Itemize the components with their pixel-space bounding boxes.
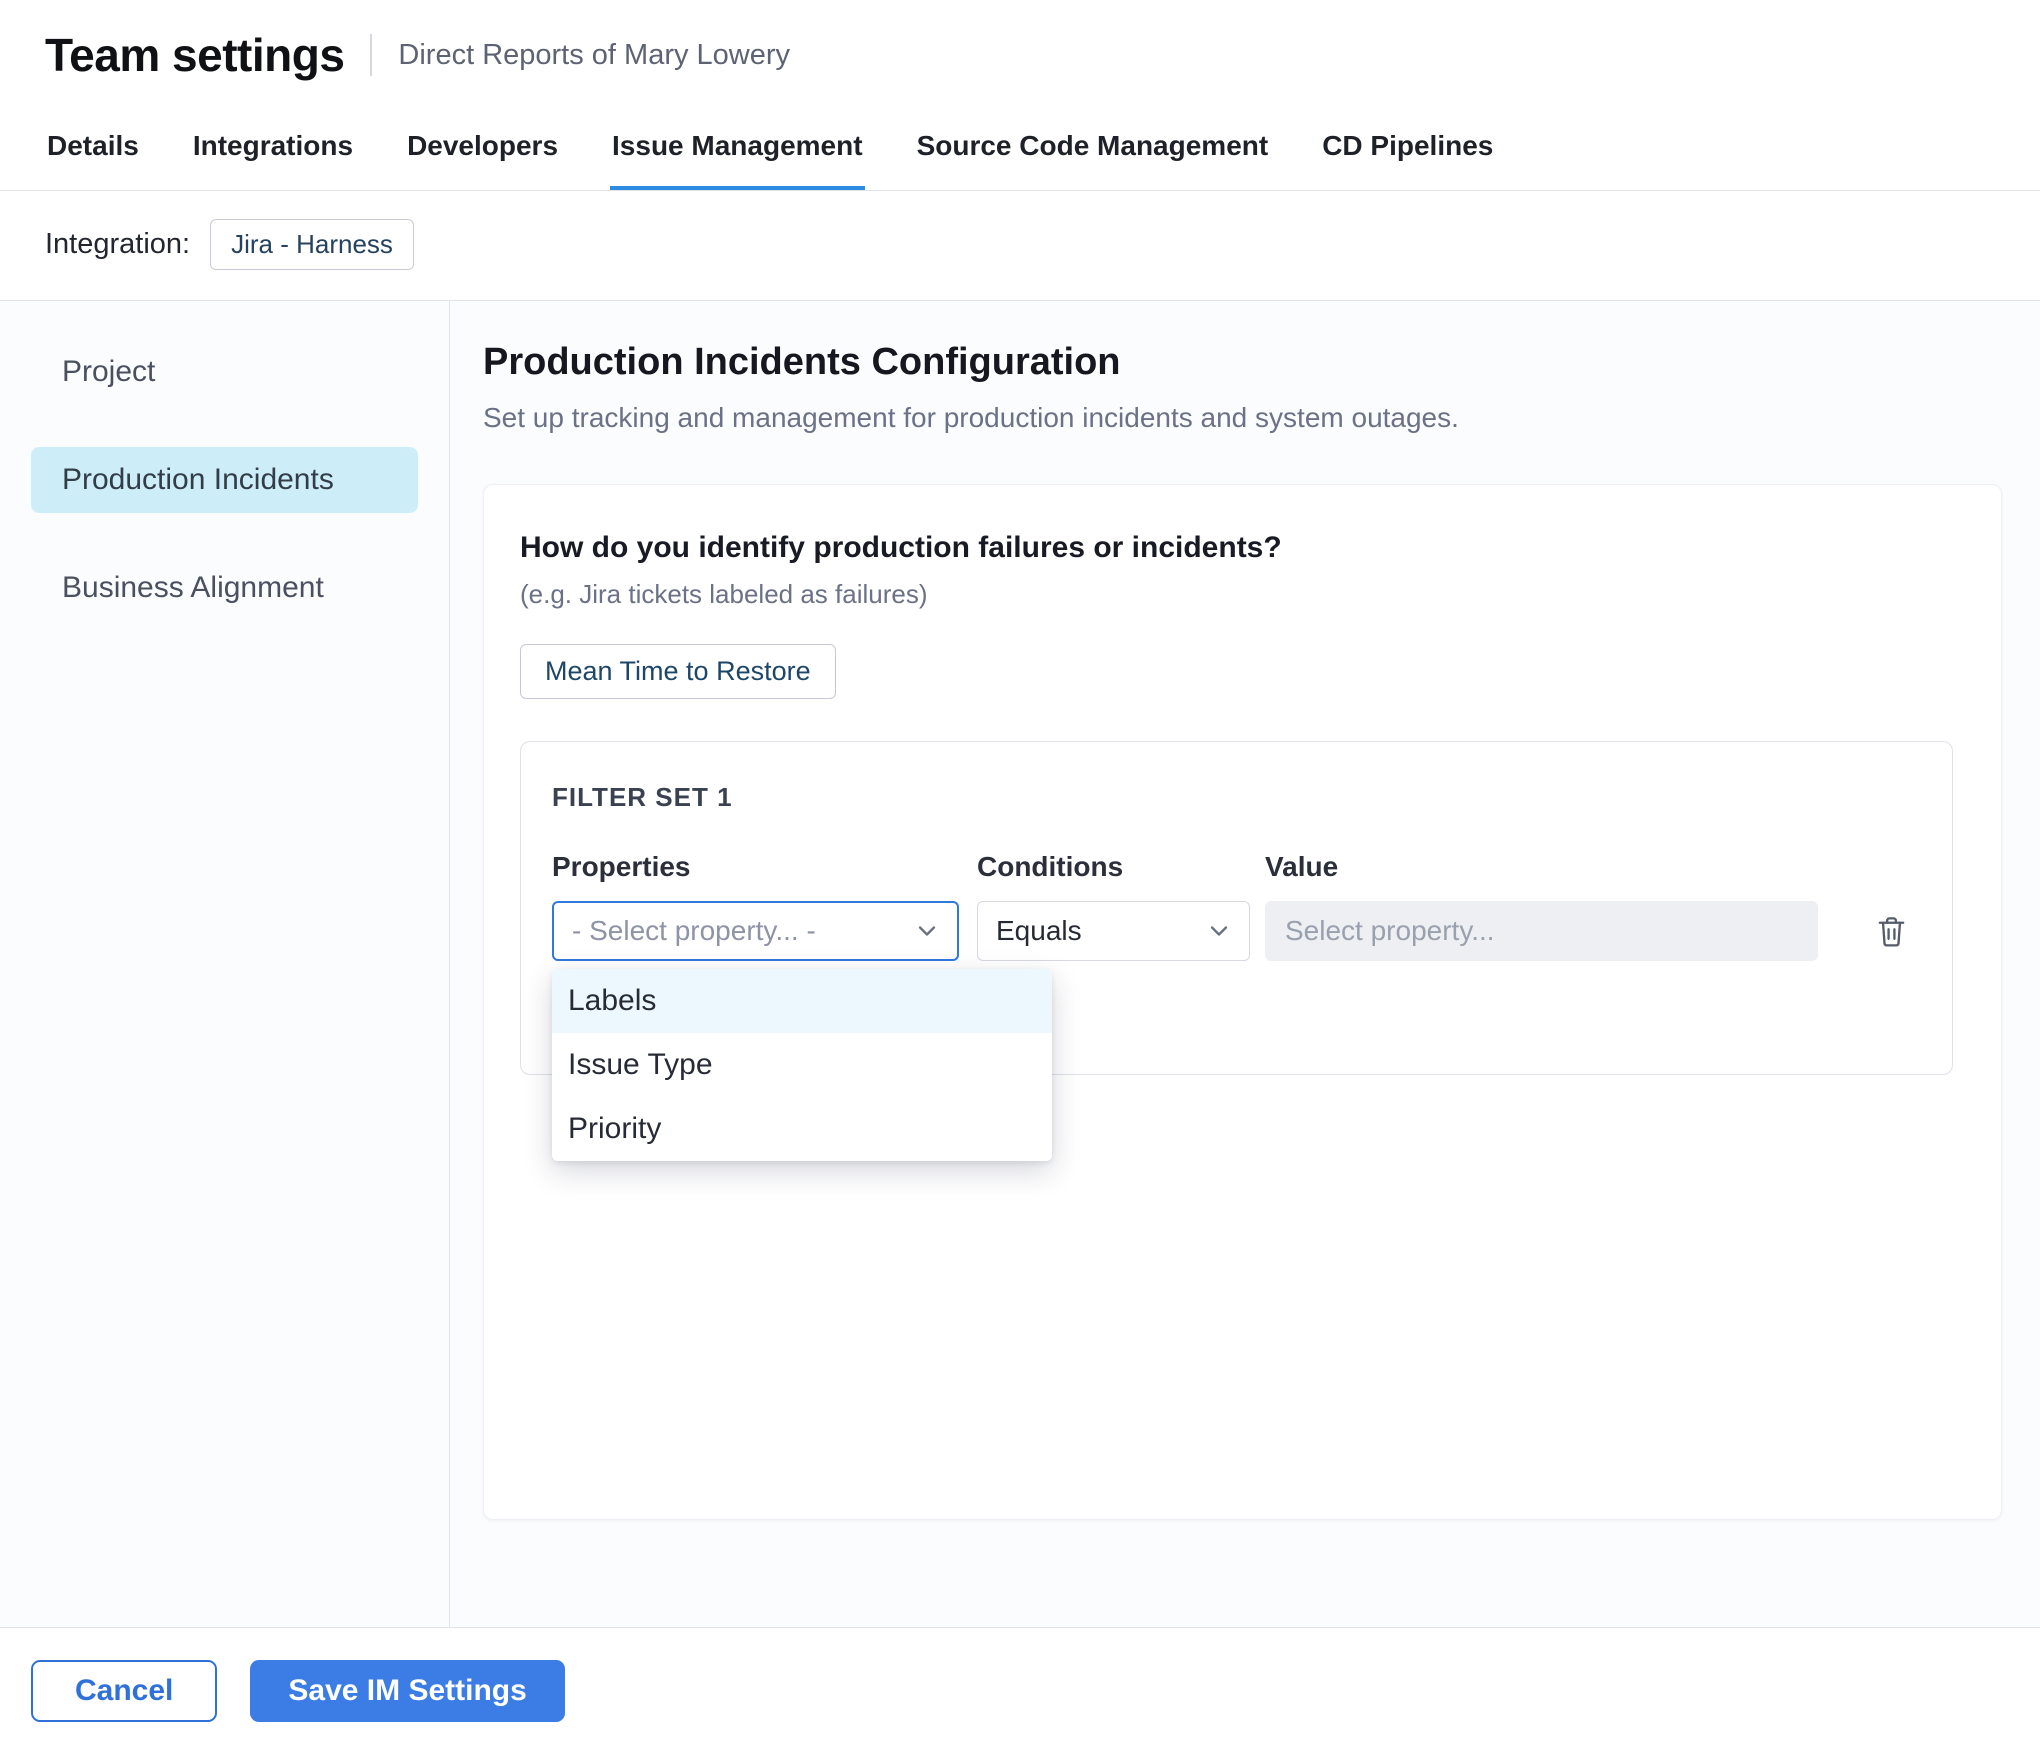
cancel-button[interactable]: Cancel [31,1660,217,1722]
save-button[interactable]: Save IM Settings [250,1660,564,1722]
integration-chip[interactable]: Jira - Harness [210,219,414,270]
tab-details[interactable]: Details [45,102,141,190]
metric-chip-mean-time-to-restore[interactable]: Mean Time to Restore [520,644,836,699]
sidebar-item-business-alignment[interactable]: Business Alignment [31,555,418,621]
condition-select[interactable]: Equals [977,901,1250,961]
conditions-label: Conditions [977,851,1250,883]
settings-sidebar: Project Production Incidents Business Al… [0,301,450,1627]
filter-set-box: FILTER SET 1 Properties - Select propert… [520,741,1953,1075]
incidents-config-card: How do you identify production failures … [483,484,2002,1520]
tab-cd-pipelines[interactable]: CD Pipelines [1320,102,1495,190]
title-divider [370,34,372,76]
main-panel: Production Incidents Configuration Set u… [450,301,2040,1627]
trash-icon [1874,914,1909,949]
page-title: Team settings [45,28,344,82]
section-subtitle: Set up tracking and management for produ… [483,402,2002,434]
question-heading: How do you identify production failures … [520,531,1953,565]
section-title: Production Incidents Configuration [483,341,2002,384]
tab-developers[interactable]: Developers [405,102,560,190]
app-header: Team settings Direct Reports of Mary Low… [0,0,2040,102]
chevron-down-icon [913,917,941,945]
properties-label: Properties [552,851,959,883]
value-column: Value [1265,851,1818,961]
sidebar-item-production-incidents[interactable]: Production Incidents [31,447,418,513]
chevron-down-icon [1205,917,1233,945]
value-input[interactable] [1265,901,1818,961]
page: Team settings Direct Reports of Mary Low… [0,0,2040,1750]
content-area: Project Production Incidents Business Al… [0,300,2040,1627]
footer-actions: Cancel Save IM Settings [0,1627,2040,1750]
tab-source-code-management[interactable]: Source Code Management [915,102,1271,190]
filter-row: Properties - Select property... - Labels… [552,851,1912,961]
value-label: Value [1265,851,1818,883]
property-dropdown: Labels Issue Type Priority [552,969,1052,1161]
properties-column: Properties - Select property... - Labels… [552,851,959,961]
trash-column [1874,851,1909,949]
dropdown-option-labels[interactable]: Labels [552,969,1052,1033]
integration-row: Integration: Jira - Harness [0,191,2040,300]
page-subtitle: Direct Reports of Mary Lowery [398,39,790,72]
sidebar-item-project[interactable]: Project [31,339,418,405]
property-select-placeholder: - Select property... - [572,915,816,947]
tab-issue-management[interactable]: Issue Management [610,102,865,190]
dropdown-option-priority[interactable]: Priority [552,1097,1052,1161]
dropdown-option-issue-type[interactable]: Issue Type [552,1033,1052,1097]
question-hint: (e.g. Jira tickets labeled as failures) [520,579,1953,610]
integration-label: Integration: [45,228,190,261]
property-select[interactable]: - Select property... - [552,901,959,961]
property-select-wrap: - Select property... - Labels Issue Type… [552,901,959,961]
delete-filter-button[interactable] [1874,914,1909,949]
tab-integrations[interactable]: Integrations [191,102,355,190]
conditions-column: Conditions Equals [977,851,1250,961]
tab-bar: Details Integrations Developers Issue Ma… [0,102,2040,191]
condition-select-value: Equals [996,915,1082,947]
filter-set-title: FILTER SET 1 [552,782,1912,813]
